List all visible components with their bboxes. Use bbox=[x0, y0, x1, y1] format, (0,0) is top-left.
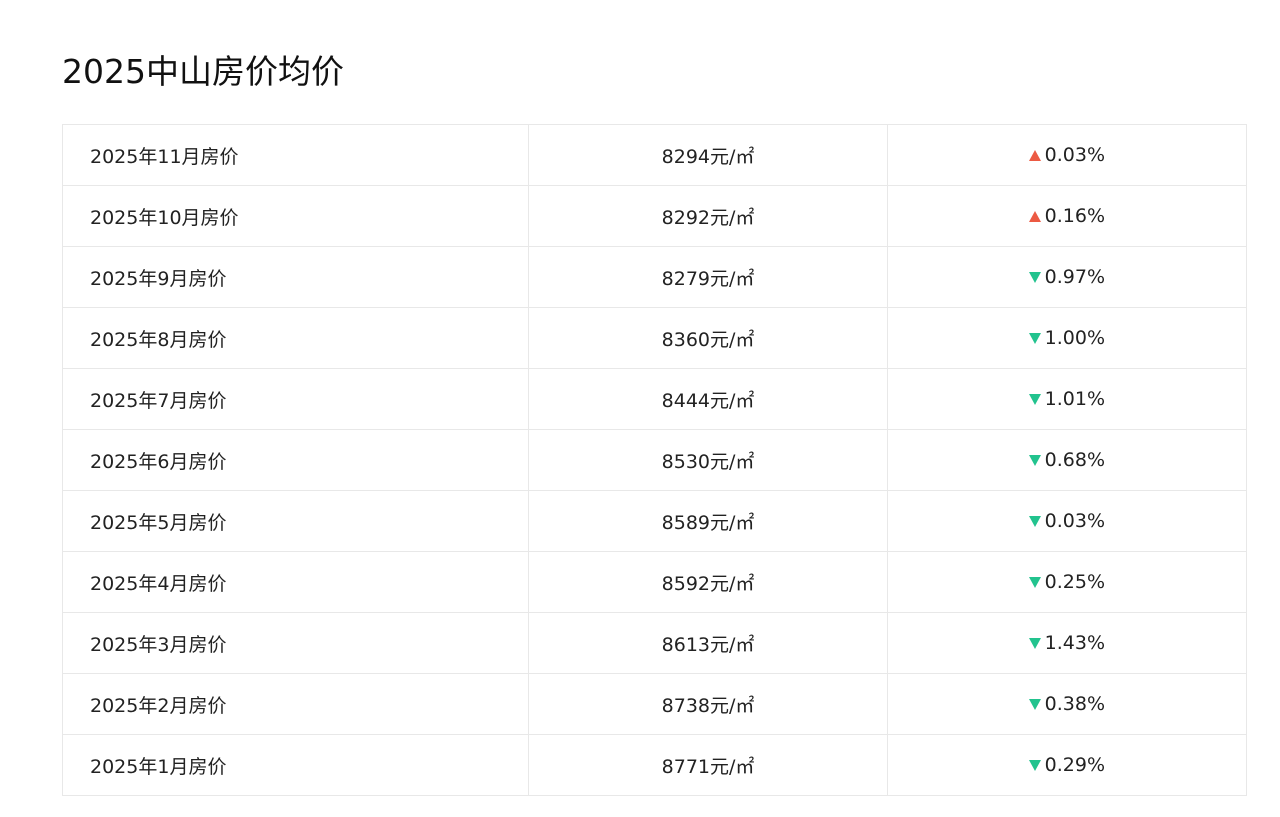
change-indicator: 1.00% bbox=[1028, 327, 1106, 350]
triangle-down-icon bbox=[1028, 637, 1041, 649]
price-table: 2025年11月房价 8294元/㎡ 0.03% 2025年10月房价 8292… bbox=[61, 124, 1248, 796]
month-cell: 2025年10月房价 bbox=[61, 185, 530, 247]
price-cell: 8771元/㎡ bbox=[528, 734, 888, 796]
triangle-down-icon bbox=[1028, 271, 1041, 283]
change-indicator: 0.16% bbox=[1028, 205, 1106, 228]
triangle-down-icon bbox=[1028, 332, 1041, 344]
change-indicator: 0.68% bbox=[1028, 449, 1106, 472]
price-cell: 8292元/㎡ bbox=[528, 185, 888, 247]
change-value: 0.03% bbox=[1044, 510, 1106, 533]
change-value: 0.25% bbox=[1044, 571, 1106, 594]
change-cell: 1.01% bbox=[886, 368, 1248, 430]
change-value: 0.68% bbox=[1044, 449, 1106, 472]
table-row: 2025年5月房价 8589元/㎡ 0.03% bbox=[61, 490, 1248, 552]
month-cell: 2025年7月房价 bbox=[61, 368, 530, 430]
change-indicator: 1.43% bbox=[1028, 632, 1106, 655]
change-value: 0.03% bbox=[1044, 144, 1106, 167]
month-cell: 2025年5月房价 bbox=[61, 490, 530, 552]
table-row: 2025年8月房价 8360元/㎡ 1.00% bbox=[61, 307, 1248, 369]
change-value: 1.01% bbox=[1044, 388, 1106, 411]
change-value: 1.43% bbox=[1044, 632, 1106, 655]
triangle-down-icon bbox=[1028, 759, 1041, 771]
change-indicator: 0.25% bbox=[1028, 571, 1106, 594]
table-row: 2025年4月房价 8592元/㎡ 0.25% bbox=[61, 551, 1248, 613]
change-indicator: 0.03% bbox=[1028, 510, 1106, 533]
change-cell: 1.00% bbox=[886, 307, 1248, 369]
month-cell: 2025年2月房价 bbox=[61, 673, 530, 735]
triangle-down-icon bbox=[1028, 576, 1041, 588]
price-cell: 8444元/㎡ bbox=[528, 368, 888, 430]
change-cell: 0.03% bbox=[886, 490, 1248, 552]
month-cell: 2025年3月房价 bbox=[61, 612, 530, 674]
price-cell: 8360元/㎡ bbox=[528, 307, 888, 369]
table-row: 2025年1月房价 8771元/㎡ 0.29% bbox=[61, 734, 1248, 796]
price-cell: 8592元/㎡ bbox=[528, 551, 888, 613]
table-row: 2025年7月房价 8444元/㎡ 1.01% bbox=[61, 368, 1248, 430]
change-indicator: 0.29% bbox=[1028, 754, 1106, 777]
month-cell: 2025年9月房价 bbox=[61, 246, 530, 308]
table-row: 2025年6月房价 8530元/㎡ 0.68% bbox=[61, 429, 1248, 491]
price-cell: 8613元/㎡ bbox=[528, 612, 888, 674]
triangle-down-icon bbox=[1028, 393, 1041, 405]
change-cell: 0.68% bbox=[886, 429, 1248, 491]
change-indicator: 0.38% bbox=[1028, 693, 1106, 716]
table-row: 2025年9月房价 8279元/㎡ 0.97% bbox=[61, 246, 1248, 308]
price-cell: 8279元/㎡ bbox=[528, 246, 888, 308]
price-cell: 8294元/㎡ bbox=[528, 124, 888, 186]
month-cell: 2025年8月房价 bbox=[61, 307, 530, 369]
change-cell: 0.97% bbox=[886, 246, 1248, 308]
change-cell: 0.03% bbox=[886, 124, 1248, 186]
change-value: 0.16% bbox=[1044, 205, 1106, 228]
change-cell: 0.25% bbox=[886, 551, 1248, 613]
triangle-down-icon bbox=[1028, 515, 1041, 527]
change-value: 0.29% bbox=[1044, 754, 1106, 777]
table-row: 2025年10月房价 8292元/㎡ 0.16% bbox=[61, 185, 1248, 247]
price-cell: 8738元/㎡ bbox=[528, 673, 888, 735]
change-cell: 0.16% bbox=[886, 185, 1248, 247]
change-cell: 1.43% bbox=[886, 612, 1248, 674]
triangle-down-icon bbox=[1028, 698, 1041, 710]
table-row: 2025年2月房价 8738元/㎡ 0.38% bbox=[61, 673, 1248, 735]
table-row: 2025年11月房价 8294元/㎡ 0.03% bbox=[61, 124, 1248, 186]
table-body: 2025年11月房价 8294元/㎡ 0.03% 2025年10月房价 8292… bbox=[61, 124, 1248, 796]
change-value: 1.00% bbox=[1044, 327, 1106, 350]
triangle-up-icon bbox=[1028, 210, 1041, 222]
change-indicator: 0.97% bbox=[1028, 266, 1106, 289]
change-value: 0.38% bbox=[1044, 693, 1106, 716]
triangle-up-icon bbox=[1028, 149, 1041, 161]
month-cell: 2025年1月房价 bbox=[61, 734, 530, 796]
change-cell: 0.38% bbox=[886, 673, 1248, 735]
price-cell: 8530元/㎡ bbox=[528, 429, 888, 491]
change-value: 0.97% bbox=[1044, 266, 1106, 289]
change-indicator: 0.03% bbox=[1028, 144, 1106, 167]
table-row: 2025年3月房价 8613元/㎡ 1.43% bbox=[61, 612, 1248, 674]
change-indicator: 1.01% bbox=[1028, 388, 1106, 411]
month-cell: 2025年11月房价 bbox=[61, 124, 530, 186]
price-cell: 8589元/㎡ bbox=[528, 490, 888, 552]
page-title: 2025中山房价均价 bbox=[62, 52, 344, 91]
month-cell: 2025年4月房价 bbox=[61, 551, 530, 613]
month-cell: 2025年6月房价 bbox=[61, 429, 530, 491]
triangle-down-icon bbox=[1028, 454, 1041, 466]
change-cell: 0.29% bbox=[886, 734, 1248, 796]
